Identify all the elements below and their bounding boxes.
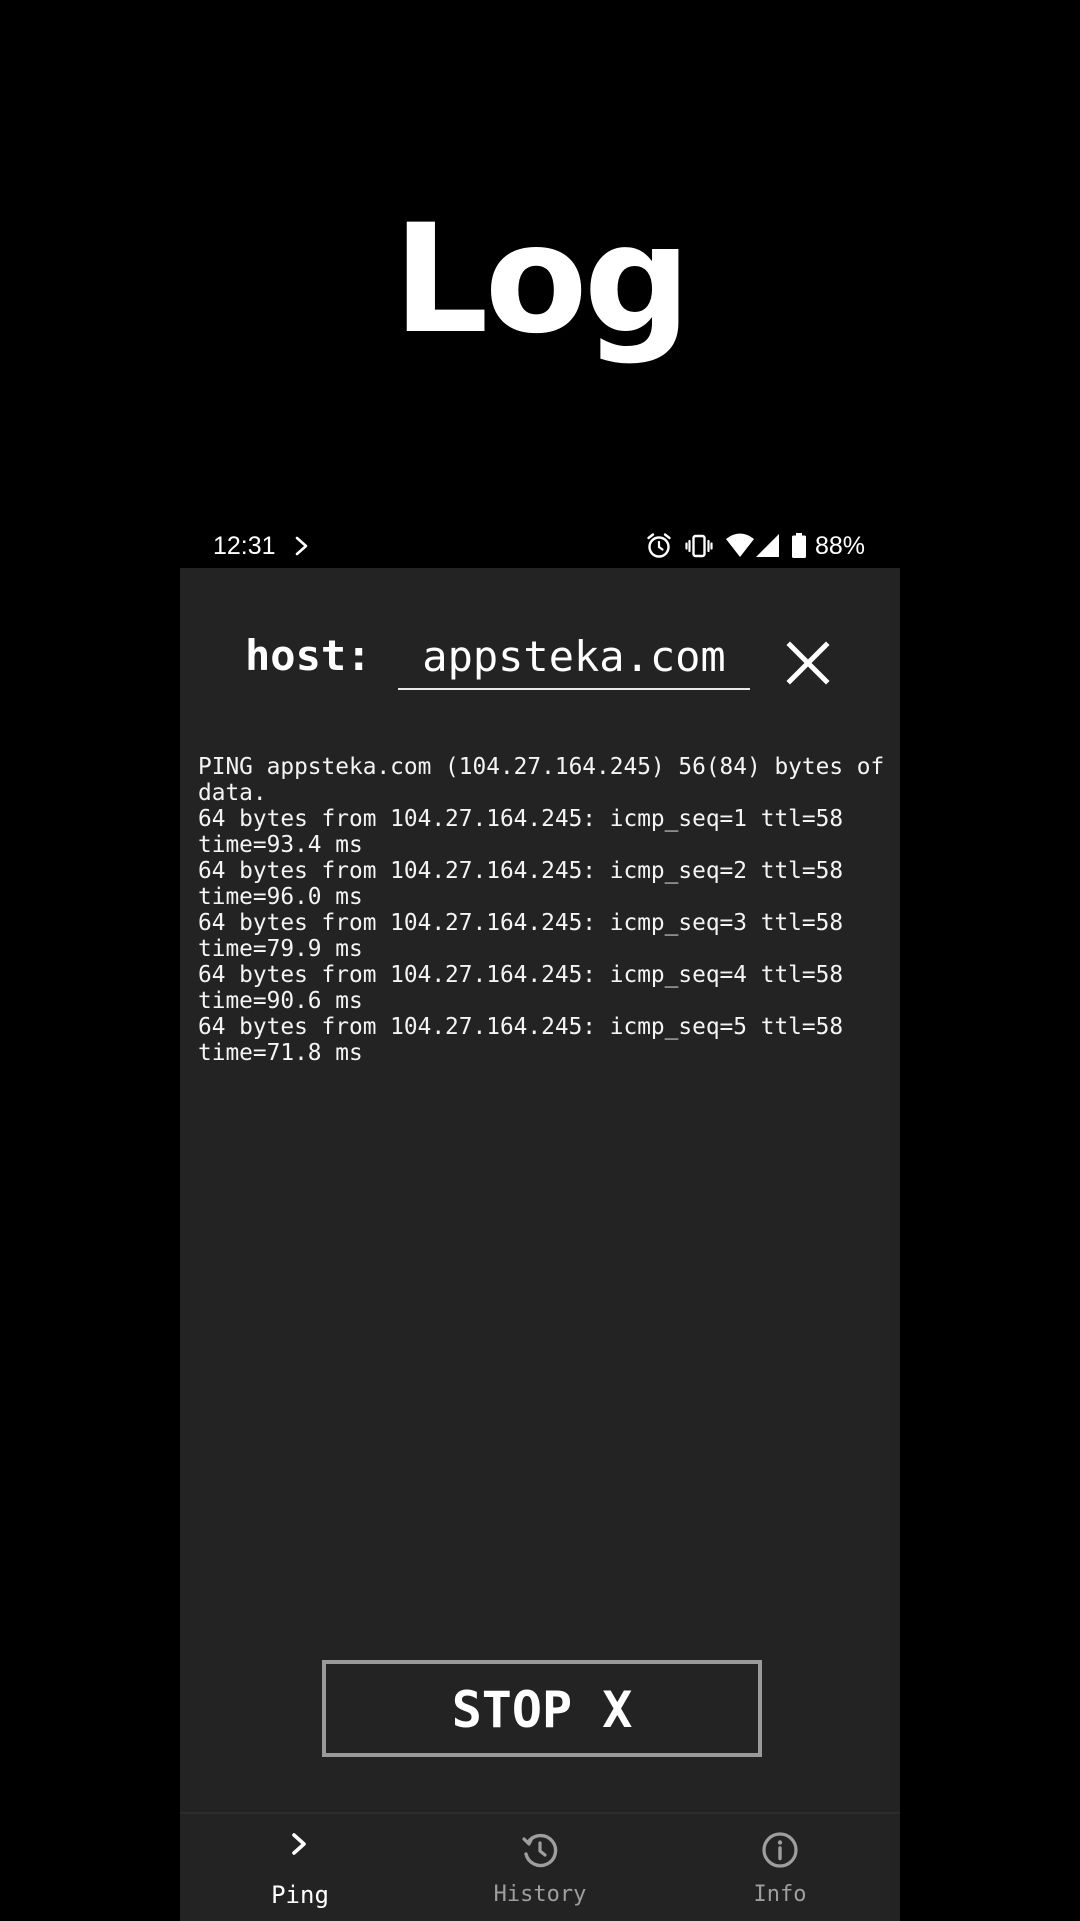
chevron-right-icon <box>292 1833 306 1855</box>
clear-host-button[interactable] <box>785 640 831 686</box>
battery-icon <box>792 533 806 558</box>
chevron-right-icon <box>295 536 308 556</box>
alarm-icon <box>647 533 671 558</box>
nav-item-history[interactable]: History <box>420 1814 660 1921</box>
stop-button[interactable]: STOP X <box>322 1660 762 1757</box>
nav-label-info: Info <box>753 1882 807 1907</box>
app-screen: host: appsteka.com PING appsteka.com (10… <box>180 568 900 1921</box>
status-bar: 12:31 88% <box>180 520 900 570</box>
vibrate-icon <box>685 534 713 558</box>
host-input-value[interactable]: appsteka.com <box>398 632 750 682</box>
battery-percent: 88% <box>815 532 866 560</box>
history-icon <box>522 1833 558 1868</box>
nav-item-ping[interactable]: Ping <box>180 1814 420 1921</box>
info-icon <box>762 1832 798 1868</box>
signal-icon <box>756 534 779 557</box>
host-input[interactable]: appsteka.com <box>398 626 750 690</box>
nav-label-history: History <box>493 1882 587 1907</box>
close-icon[interactable] <box>785 640 831 686</box>
nav-label-ping: Ping <box>271 1881 329 1909</box>
stop-button-label: STOP X <box>451 1681 633 1739</box>
wifi-icon <box>726 533 754 557</box>
status-time: 12:31 <box>213 532 276 560</box>
host-label: host: <box>245 631 372 680</box>
nav-item-info[interactable]: Info <box>660 1814 900 1921</box>
promo-title: Log <box>392 193 691 367</box>
ping-log-output: PING appsteka.com (104.27.164.245) 56(84… <box>198 754 885 1066</box>
bottom-nav: Ping History Info <box>180 1812 900 1921</box>
